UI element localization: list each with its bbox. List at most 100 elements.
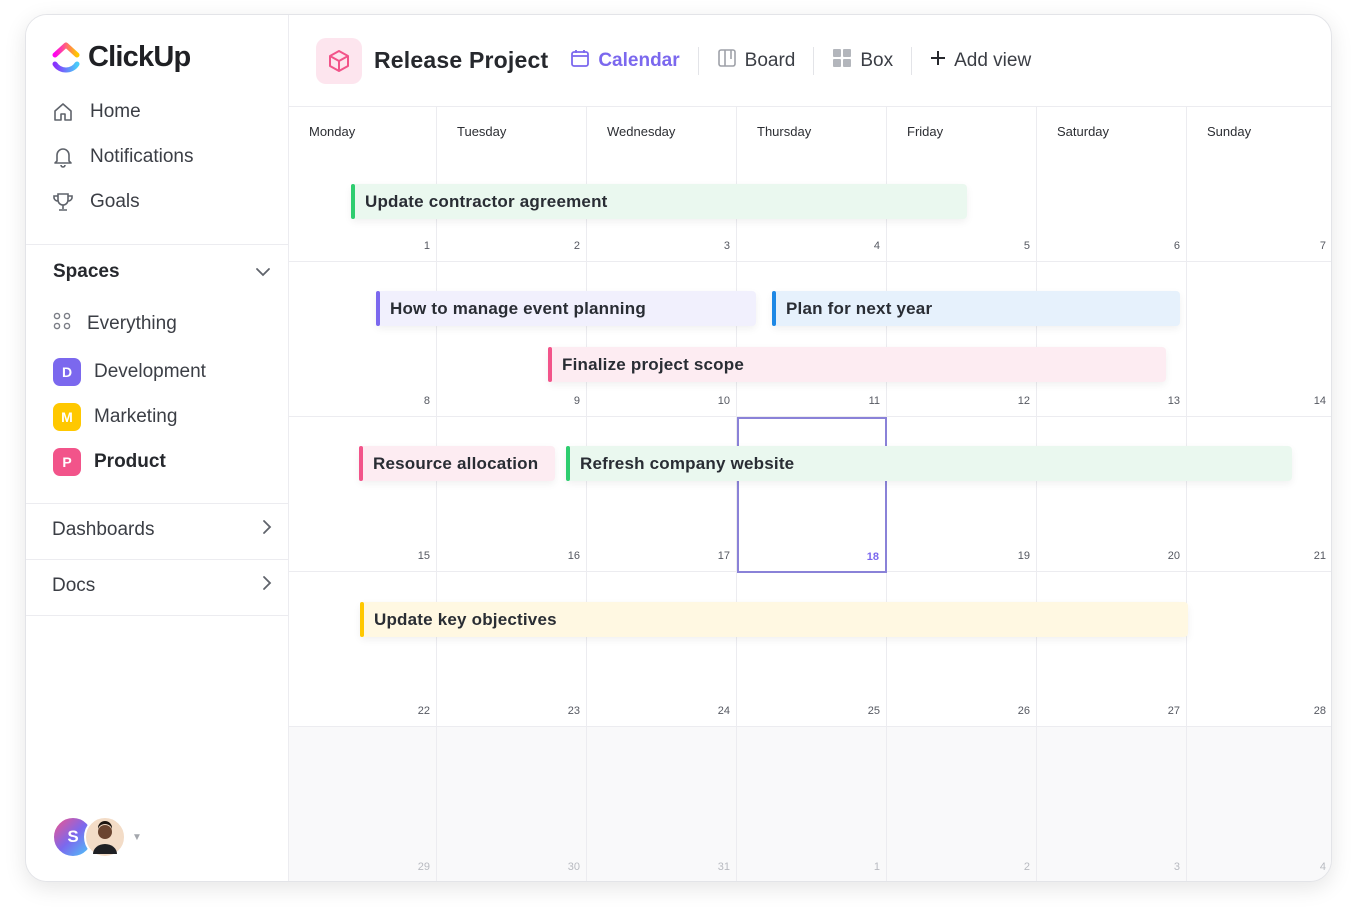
day-cell[interactable]: 25 [737, 572, 887, 727]
day-cell[interactable]: 27 [1037, 572, 1187, 727]
space-development[interactable]: D Development [53, 358, 206, 386]
plus-icon [930, 50, 946, 72]
day-cell[interactable]: 10 [587, 262, 737, 417]
day-cell[interactable]: 19 [887, 417, 1037, 572]
add-view-label: Add view [954, 49, 1032, 71]
day-number: 31 [717, 861, 730, 873]
section-docs[interactable]: Docs [52, 575, 272, 597]
event-color-bar [376, 291, 380, 326]
nav-label: Goals [90, 191, 140, 212]
day-number: 4 [1319, 861, 1326, 873]
space-product[interactable]: P Product [53, 448, 166, 476]
day-cell[interactable]: 20 [1037, 417, 1187, 572]
calendar-event[interactable]: Update key objectives [360, 602, 1188, 637]
caret-down-icon[interactable]: ▼ [132, 832, 142, 843]
day-number: 15 [417, 550, 430, 562]
day-number: 14 [1313, 395, 1326, 407]
day-number: 10 [717, 395, 730, 407]
day-number: 28 [1313, 705, 1326, 717]
day-cell[interactable]: 21 [1187, 417, 1331, 572]
nav-home[interactable]: Home [52, 101, 141, 123]
day-cell[interactable]: 24 [587, 572, 737, 727]
day-cell[interactable]: 17 [587, 417, 737, 572]
tab-label: Box [860, 49, 894, 71]
nav-label: Notifications [90, 146, 194, 167]
day-cell[interactable]: 28 [1187, 572, 1331, 727]
day-number: 3 [1173, 861, 1180, 873]
day-cell[interactable]: 22 [289, 572, 437, 727]
day-number: 2 [1023, 861, 1030, 873]
calendar-event[interactable]: Finalize project scope [548, 347, 1166, 382]
day-number: 23 [567, 705, 580, 717]
divider [26, 559, 289, 560]
box-icon [832, 48, 852, 74]
day-number: 8 [423, 395, 430, 407]
day-cell[interactable]: 14 [1187, 262, 1331, 417]
project-title: Release Project [374, 47, 549, 73]
space-everything[interactable]: Everything [53, 312, 177, 336]
divider [26, 615, 289, 616]
tab-calendar[interactable]: Calendar [570, 48, 680, 74]
event-color-bar [548, 347, 552, 382]
day-number: 20 [1167, 550, 1180, 562]
day-cell[interactable]: 1 [737, 727, 887, 881]
divider [813, 46, 815, 75]
nav-goals[interactable]: Goals [52, 191, 140, 213]
day-cell[interactable]: 23 [437, 572, 587, 727]
calendar-event[interactable]: Resource allocation [359, 446, 555, 481]
weekday-label: Thursday [757, 124, 812, 139]
tab-board[interactable]: Board [717, 48, 796, 74]
add-view-button[interactable]: Add view [930, 50, 1031, 72]
bell-icon [52, 146, 74, 168]
today-highlight[interactable]: 18 [737, 417, 887, 573]
day-cell[interactable]: 11 [737, 262, 887, 417]
day-number: 19 [1017, 550, 1030, 562]
logo[interactable]: ClickUp [52, 41, 191, 74]
divider [911, 46, 913, 75]
day-cell[interactable]: 12 [887, 262, 1037, 417]
calendar-event[interactable]: How to manage event planning [376, 291, 756, 326]
day-cell[interactable]: 2 [887, 727, 1037, 881]
day-cell[interactable]: 13 [1037, 262, 1187, 417]
tab-box[interactable]: Box [832, 48, 893, 74]
day-cell[interactable]: 16 [437, 417, 587, 572]
day-cell[interactable]: Sunday 7 [1187, 107, 1331, 262]
day-cell[interactable]: 4 [1187, 727, 1331, 881]
spaces-header[interactable]: Spaces [53, 261, 271, 283]
space-badge: M [53, 403, 81, 431]
day-number: 27 [1167, 705, 1180, 717]
calendar-event[interactable]: Refresh company website [566, 446, 1292, 481]
calendar-event[interactable]: Plan for next year [772, 291, 1180, 326]
tab-label: Board [744, 49, 796, 71]
nav-notifications[interactable]: Notifications [52, 146, 194, 168]
calendar-event[interactable]: Update contractor agreement [351, 184, 967, 219]
day-cell[interactable]: 29 [289, 727, 437, 881]
day-number: 1 [423, 240, 430, 252]
section-label: Dashboards [52, 519, 155, 540]
day-number: 21 [1313, 550, 1326, 562]
day-cell[interactable]: 15 [289, 417, 437, 572]
chevron-down-icon[interactable] [255, 261, 271, 283]
day-cell[interactable]: 8 [289, 262, 437, 417]
day-number: 5 [1023, 240, 1030, 252]
event-title: Update contractor agreement [365, 191, 608, 211]
day-cell[interactable]: 31 [587, 727, 737, 881]
day-number: 22 [417, 705, 430, 717]
space-marketing[interactable]: M Marketing [53, 403, 177, 431]
weekday-label: Saturday [1057, 124, 1110, 139]
day-cell[interactable]: 3 [1037, 727, 1187, 881]
day-number: 4 [873, 240, 880, 252]
event-color-bar [566, 446, 570, 481]
event-color-bar [772, 291, 776, 326]
day-cell[interactable]: 9 [437, 262, 587, 417]
day-cell[interactable]: 26 [887, 572, 1037, 727]
spaces-title: Spaces [53, 261, 120, 282]
day-number: 9 [573, 395, 580, 407]
weekday-label: Sunday [1207, 124, 1252, 139]
day-cell[interactable]: 30 [437, 727, 587, 881]
section-dashboards[interactable]: Dashboards [52, 519, 272, 541]
space-label: Product [94, 451, 166, 472]
section-label: Docs [52, 575, 96, 596]
user-menu[interactable]: S ▼ [52, 816, 142, 858]
day-cell[interactable]: Saturday 6 [1037, 107, 1187, 262]
